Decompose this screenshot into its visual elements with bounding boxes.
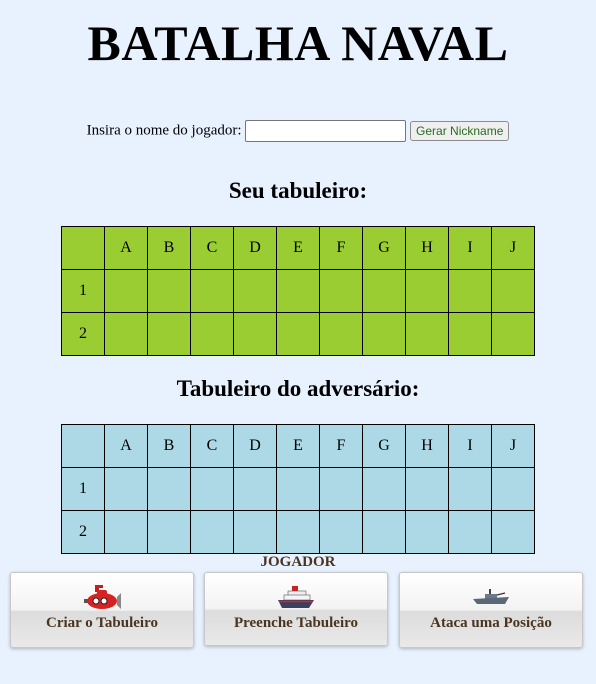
attack-position-button[interactable]: Ataca uma Posição: [399, 572, 583, 648]
nickname-input[interactable]: [245, 120, 407, 142]
board-cell[interactable]: [276, 269, 320, 313]
board-cell[interactable]: [233, 510, 277, 554]
column-header: G: [362, 424, 406, 468]
board-cell[interactable]: [104, 269, 148, 313]
column-header: D: [233, 424, 277, 468]
my-board: A B C D E F G H I J 1 2: [61, 226, 535, 356]
create-board-label: Criar o Tabuleiro: [46, 615, 158, 631]
warship-icon: [473, 589, 509, 604]
board-cell[interactable]: [104, 510, 148, 554]
board-cell[interactable]: [147, 269, 191, 313]
column-header: F: [319, 424, 363, 468]
board-row: 1: [61, 269, 535, 313]
page-title: BATALHA NAVAL: [87, 15, 509, 71]
row-header: 1: [61, 467, 105, 511]
board-header-row: A B C D E F G H I J: [61, 226, 535, 270]
column-header: A: [104, 226, 148, 270]
board-cell[interactable]: [233, 269, 277, 313]
board-cell[interactable]: [362, 467, 406, 511]
board-cell[interactable]: [276, 510, 320, 554]
board-cell[interactable]: [491, 510, 535, 554]
column-header: F: [319, 226, 363, 270]
row-header: 1: [61, 269, 105, 313]
column-header: H: [405, 226, 449, 270]
board-cell[interactable]: [276, 467, 320, 511]
corner-cell: [61, 226, 105, 270]
board-cell[interactable]: [276, 312, 320, 356]
board-cell[interactable]: [448, 269, 492, 313]
board-cell[interactable]: [104, 467, 148, 511]
column-header: H: [405, 424, 449, 468]
board-cell[interactable]: [319, 510, 363, 554]
board-cell[interactable]: [190, 312, 234, 356]
column-header: D: [233, 226, 277, 270]
player-label: JOGADOR: [260, 554, 336, 570]
column-header: J: [491, 226, 535, 270]
column-header: E: [276, 424, 320, 468]
row-header: 2: [61, 312, 105, 356]
column-header: E: [276, 226, 320, 270]
nickname-row: Insira o nome do jogador: Gerar Nickname: [0, 120, 596, 142]
board-cell[interactable]: [233, 312, 277, 356]
submarine-icon: [84, 585, 121, 609]
my-board-heading: Seu tabuleiro:: [228, 178, 368, 203]
fill-board-label: Preenche Tabuleiro: [233, 615, 359, 631]
board-cell[interactable]: [147, 510, 191, 554]
nickname-label: Insira o nome do jogador:: [86, 122, 242, 139]
board-cell[interactable]: [147, 312, 191, 356]
board-cell[interactable]: [190, 269, 234, 313]
board-row: 2: [61, 312, 535, 356]
fill-board-button[interactable]: Preenche Tabuleiro: [204, 572, 388, 646]
board-cell[interactable]: [362, 312, 406, 356]
column-header: C: [190, 226, 234, 270]
board-cell[interactable]: [491, 269, 535, 313]
column-header: A: [104, 424, 148, 468]
board-cell[interactable]: [448, 510, 492, 554]
column-header: B: [147, 226, 191, 270]
cruise-ship-icon: [278, 586, 314, 608]
board-cell[interactable]: [319, 467, 363, 511]
board-cell[interactable]: [319, 312, 363, 356]
board-cell[interactable]: [491, 312, 535, 356]
board-cell[interactable]: [147, 467, 191, 511]
board-cell[interactable]: [190, 510, 234, 554]
board-cell[interactable]: [362, 510, 406, 554]
column-header: I: [448, 226, 492, 270]
enemy-board-heading: Tabuleiro do adversário:: [176, 376, 420, 401]
board-cell[interactable]: [233, 467, 277, 511]
column-header: G: [362, 226, 406, 270]
board-cell[interactable]: [319, 269, 363, 313]
board-cell[interactable]: [405, 510, 449, 554]
board-cell[interactable]: [405, 312, 449, 356]
board-cell[interactable]: [362, 269, 406, 313]
board-cell[interactable]: [448, 467, 492, 511]
enemy-board: A B C D E F G H I J 1 2: [61, 424, 535, 554]
board-cell[interactable]: [448, 312, 492, 356]
column-header: C: [190, 424, 234, 468]
board-cell[interactable]: [190, 467, 234, 511]
board-row: 2: [61, 510, 535, 554]
board-header-row: A B C D E F G H I J: [61, 424, 535, 468]
column-header: B: [147, 424, 191, 468]
board-cell[interactable]: [491, 467, 535, 511]
board-cell[interactable]: [405, 269, 449, 313]
generate-nickname-button[interactable]: Gerar Nickname: [410, 121, 510, 141]
column-header: I: [448, 424, 492, 468]
attack-position-label: Ataca uma Posição: [430, 615, 552, 631]
board-cell[interactable]: [405, 467, 449, 511]
board-row: 1: [61, 467, 535, 511]
corner-cell: [61, 424, 105, 468]
create-board-button[interactable]: Criar o Tabuleiro: [10, 572, 194, 648]
board-cell[interactable]: [104, 312, 148, 356]
row-header: 2: [61, 510, 105, 554]
column-header: J: [491, 424, 535, 468]
